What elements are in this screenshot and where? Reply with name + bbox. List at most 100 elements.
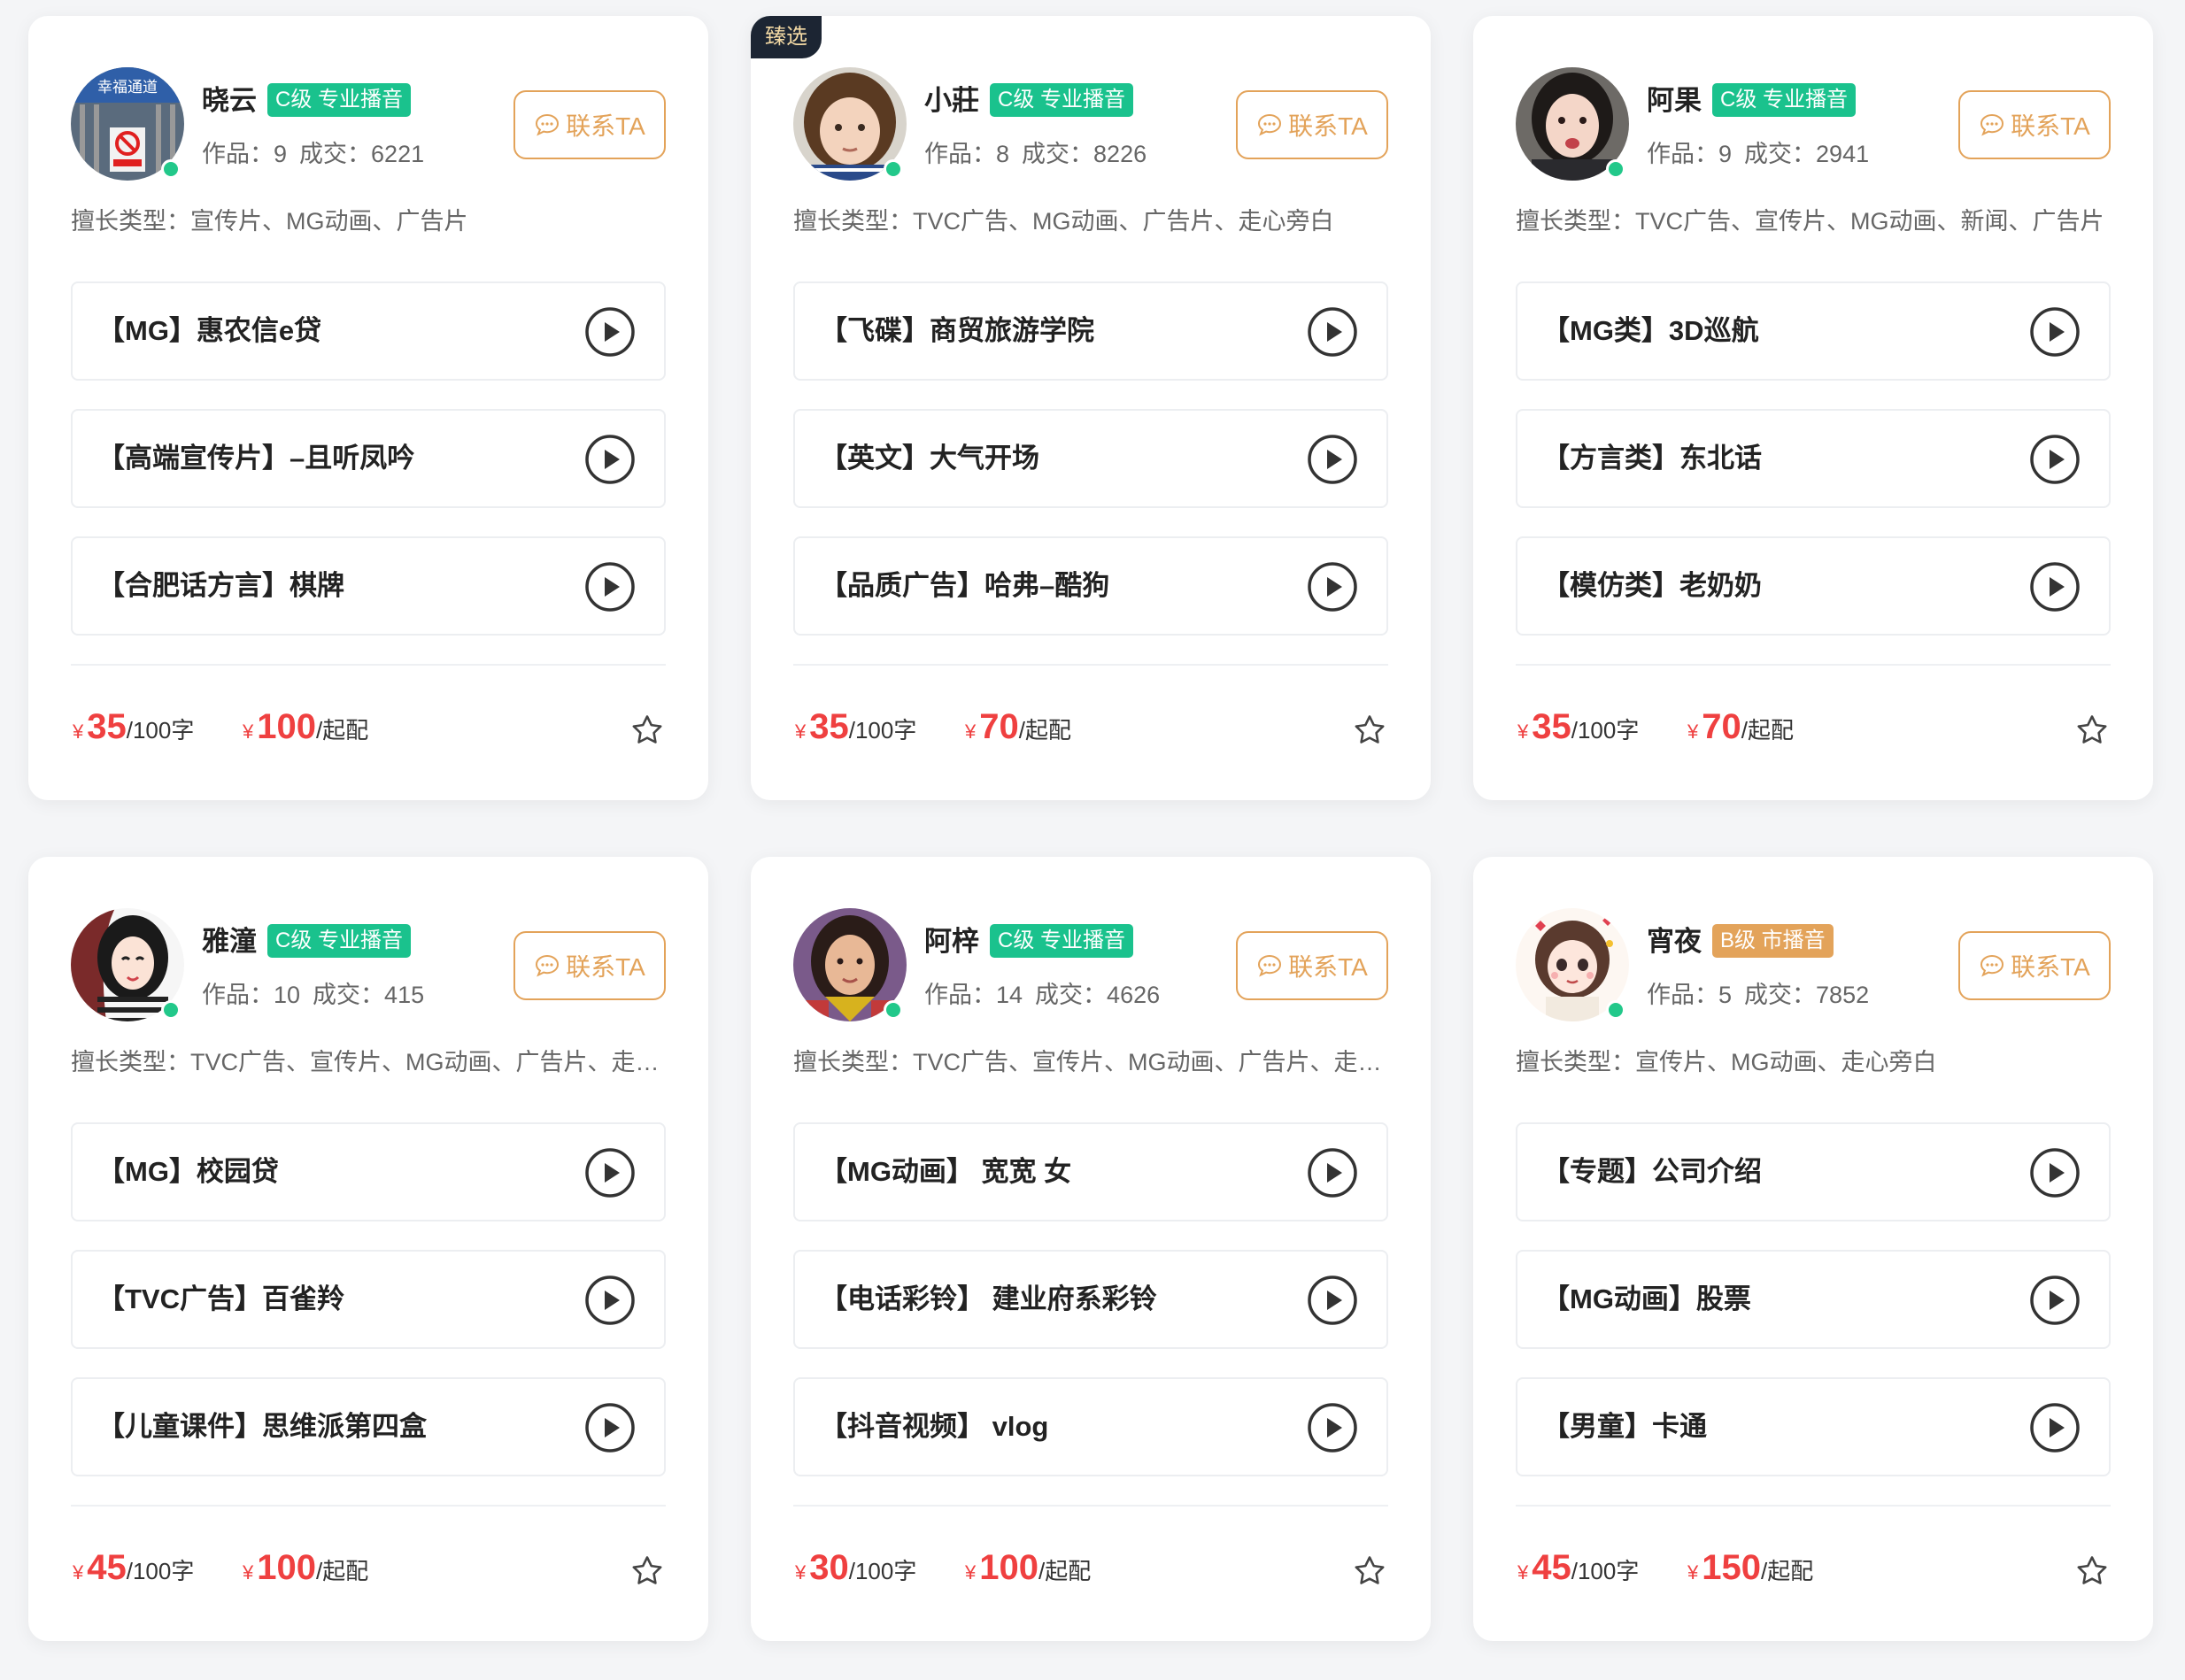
price-value: 35 bbox=[809, 707, 849, 746]
price-minimum: ¥100/起配 bbox=[243, 1545, 368, 1595]
contact-button[interactable]: 联系TA bbox=[513, 931, 666, 1000]
voice-actor-card[interactable]: 臻选 小莊 C级 专业播音 作品：8 成交：8226 联系TA 擅长类型：TVC广… bbox=[751, 16, 1431, 800]
divider bbox=[793, 1505, 1388, 1507]
skill-types: 擅长类型：TVC广告、MG动画、广告片、走心旁白 bbox=[793, 208, 1334, 235]
contact-label: 联系TA bbox=[566, 953, 645, 981]
level-badge: C级 专业播音 bbox=[990, 83, 1133, 117]
currency-symbol: ¥ bbox=[1687, 721, 1699, 743]
sample-title: 【模仿类】老奶奶 bbox=[1542, 570, 1762, 601]
online-status-dot bbox=[884, 159, 903, 179]
sample-item[interactable]: 【高端宣传片】–且听凤吟 bbox=[71, 409, 666, 508]
sample-item[interactable]: 【电话彩铃】 建业府系彩铃 bbox=[793, 1250, 1388, 1349]
sample-item[interactable]: 【TVC广告】百雀羚 bbox=[71, 1250, 666, 1349]
contact-button[interactable]: 联系TA bbox=[1236, 90, 1388, 159]
sample-title: 【MG】校园贷 bbox=[97, 1156, 279, 1187]
online-status-dot bbox=[1606, 1000, 1625, 1020]
sample-item[interactable]: 【MG动画】 宽宽 女 bbox=[793, 1122, 1388, 1221]
play-icon[interactable] bbox=[2029, 561, 2081, 613]
divider bbox=[71, 1505, 666, 1507]
play-icon[interactable] bbox=[1307, 561, 1358, 613]
sample-item[interactable]: 【MG】校园贷 bbox=[71, 1122, 666, 1221]
sample-title: 【品质广告】哈弗–酷狗 bbox=[820, 570, 1110, 601]
contact-button[interactable]: 联系TA bbox=[513, 90, 666, 159]
sample-item[interactable]: 【英文】大气开场 bbox=[793, 409, 1388, 508]
play-icon[interactable] bbox=[584, 561, 636, 613]
skill-types: 擅长类型：宣传片、MG动画、广告片 bbox=[71, 208, 468, 235]
online-status-dot bbox=[161, 159, 181, 179]
play-icon[interactable] bbox=[1307, 1275, 1358, 1326]
play-icon[interactable] bbox=[584, 1147, 636, 1198]
sample-item[interactable]: 【专题】公司介绍 bbox=[1516, 1122, 2111, 1221]
deals-count: 成交：4626 bbox=[1035, 982, 1161, 1008]
sample-title: 【男童】卡通 bbox=[1542, 1411, 1707, 1442]
skill-types: 擅长类型：宣传片、MG动画、走心旁白 bbox=[1516, 1049, 1937, 1075]
avatar-sign-text: 幸福通道 bbox=[97, 79, 158, 96]
play-icon[interactable] bbox=[2029, 1147, 2081, 1198]
sample-item[interactable]: 【MG类】3D巡航 bbox=[1516, 281, 2111, 381]
sample-title: 【MG动画】 宽宽 女 bbox=[820, 1156, 1072, 1187]
price-unit: /起配 bbox=[1018, 717, 1071, 744]
voice-actor-card[interactable]: 阿果 C级 专业播音 作品：9 成交：2941 联系TA 擅长类型：TVC广告、宣… bbox=[1473, 16, 2153, 800]
deals-count: 成交：7852 bbox=[1744, 982, 1870, 1008]
actor-name[interactable]: 阿梓 bbox=[924, 924, 979, 959]
favorite-star-icon[interactable] bbox=[630, 1554, 664, 1588]
sample-item[interactable]: 【品质广告】哈弗–酷狗 bbox=[793, 536, 1388, 636]
deals-count: 成交：415 bbox=[313, 982, 425, 1008]
contact-label: 联系TA bbox=[1288, 953, 1368, 981]
price-per-100-chars: ¥35/100字 bbox=[1517, 705, 1639, 754]
play-icon[interactable] bbox=[2029, 434, 2081, 485]
sample-title: 【方言类】东北话 bbox=[1542, 443, 1762, 474]
sample-item[interactable]: 【抖音视频】 vlog bbox=[793, 1377, 1388, 1476]
play-icon[interactable] bbox=[584, 1275, 636, 1326]
sample-item[interactable]: 【MG】惠农信e贷 bbox=[71, 281, 666, 381]
actor-name[interactable]: 宵夜 bbox=[1647, 924, 1702, 959]
sample-item[interactable]: 【模仿类】老奶奶 bbox=[1516, 536, 2111, 636]
currency-symbol: ¥ bbox=[73, 1561, 84, 1584]
sample-item[interactable]: 【MG动画】股票 bbox=[1516, 1250, 2111, 1349]
sample-item[interactable]: 【男童】卡通 bbox=[1516, 1377, 2111, 1476]
voice-actor-card[interactable]: 幸福通道 晓云 C级 专业播音 作品：9 成交：6221 联系TA 擅长类型：宣传… bbox=[28, 16, 708, 800]
play-icon[interactable] bbox=[2029, 1275, 2081, 1326]
voice-actor-card[interactable]: 阿梓 C级 专业播音 作品：14 成交：4626 联系TA 擅长类型：TVC广告、… bbox=[751, 857, 1431, 1641]
play-icon[interactable] bbox=[2029, 306, 2081, 358]
sample-item[interactable]: 【儿童课件】思维派第四盒 bbox=[71, 1377, 666, 1476]
price-value: 150 bbox=[1702, 1548, 1761, 1587]
contact-button[interactable]: 联系TA bbox=[1236, 931, 1388, 1000]
currency-symbol: ¥ bbox=[243, 1561, 254, 1584]
voice-actor-card[interactable]: 雅潼 C级 专业播音 作品：10 成交：415 联系TA 擅长类型：TVC广告、宣… bbox=[28, 857, 708, 1641]
featured-badge: 臻选 bbox=[751, 16, 822, 58]
price-unit: /100字 bbox=[126, 1558, 195, 1584]
favorite-star-icon[interactable] bbox=[2075, 1554, 2109, 1588]
sample-item[interactable]: 【飞碟】商贸旅游学院 bbox=[793, 281, 1388, 381]
play-icon[interactable] bbox=[584, 306, 636, 358]
sample-item[interactable]: 【合肥话方言】棋牌 bbox=[71, 536, 666, 636]
actor-name[interactable]: 阿果 bbox=[1647, 83, 1702, 119]
play-icon[interactable] bbox=[1307, 1402, 1358, 1453]
play-icon[interactable] bbox=[1307, 306, 1358, 358]
play-icon[interactable] bbox=[1307, 434, 1358, 485]
favorite-star-icon[interactable] bbox=[1353, 1554, 1386, 1588]
sample-title: 【儿童课件】思维派第四盒 bbox=[97, 1411, 427, 1442]
favorite-star-icon[interactable] bbox=[1353, 713, 1386, 747]
actor-name[interactable]: 小莊 bbox=[924, 83, 979, 119]
price-minimum: ¥70/起配 bbox=[1687, 705, 1794, 754]
chat-bubble-icon bbox=[1980, 113, 2004, 136]
currency-symbol: ¥ bbox=[965, 1561, 977, 1584]
play-icon[interactable] bbox=[584, 434, 636, 485]
actor-name[interactable]: 雅潼 bbox=[202, 924, 257, 959]
contact-button[interactable]: 联系TA bbox=[1958, 931, 2111, 1000]
price-value: 35 bbox=[1532, 707, 1571, 746]
deals-count: 成交：8226 bbox=[1022, 141, 1147, 167]
play-icon[interactable] bbox=[584, 1402, 636, 1453]
sample-item[interactable]: 【方言类】东北话 bbox=[1516, 409, 2111, 508]
favorite-star-icon[interactable] bbox=[630, 713, 664, 747]
favorite-star-icon[interactable] bbox=[2075, 713, 2109, 747]
price-minimum: ¥70/起配 bbox=[965, 705, 1071, 754]
contact-button[interactable]: 联系TA bbox=[1958, 90, 2111, 159]
voice-actor-card[interactable]: 宵夜 B级 市播音 作品：5 成交：7852 联系TA 擅长类型：宣传片、MG动画… bbox=[1473, 857, 2153, 1641]
actor-stats: 作品：14 成交：4626 bbox=[924, 977, 1172, 1013]
play-icon[interactable] bbox=[2029, 1402, 2081, 1453]
play-icon[interactable] bbox=[1307, 1147, 1358, 1198]
actor-name[interactable]: 晓云 bbox=[202, 83, 257, 119]
divider bbox=[793, 664, 1388, 666]
